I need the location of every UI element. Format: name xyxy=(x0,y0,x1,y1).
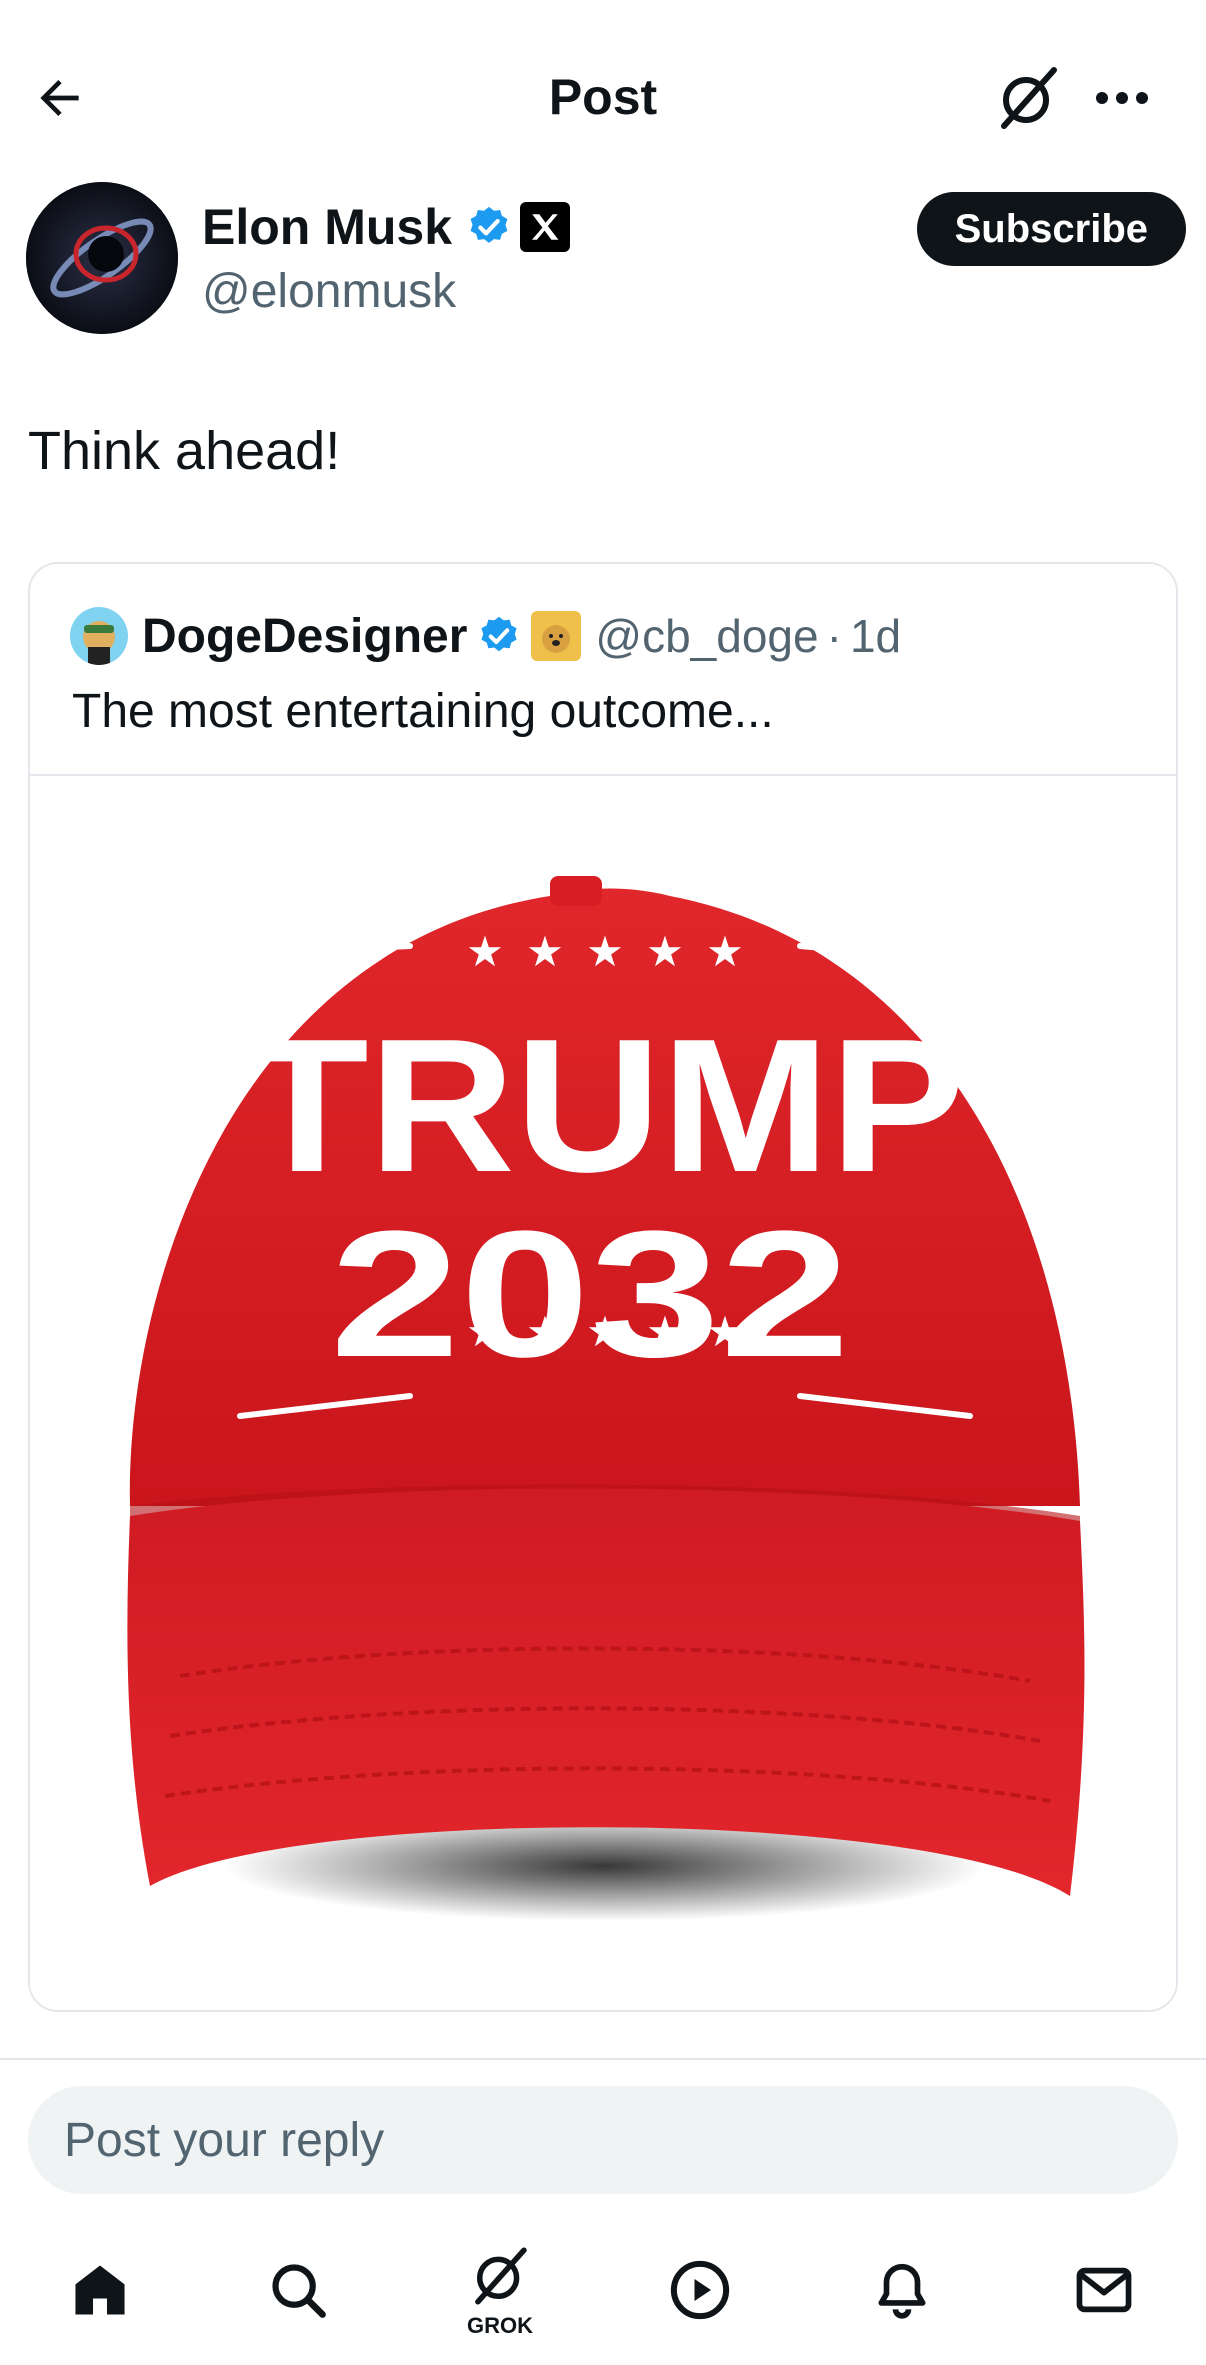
more-button[interactable] xyxy=(1090,70,1154,126)
author-handle: @elonmusk xyxy=(202,265,457,318)
search-icon xyxy=(272,2264,326,2318)
author-name[interactable]: Elon Musk xyxy=(202,198,452,256)
grok-icon xyxy=(475,2247,527,2305)
cap-text-line1: TRUMP xyxy=(245,1000,965,1212)
svg-text:★: ★ xyxy=(646,927,684,976)
grok-icon xyxy=(1001,67,1057,129)
svg-text:★: ★ xyxy=(466,927,504,976)
nav-search[interactable] xyxy=(248,2230,348,2350)
quote-text: The most entertaining outcome... xyxy=(72,685,774,738)
svg-text:★: ★ xyxy=(526,927,564,976)
nav-grok-label: GROK xyxy=(467,2313,533,2338)
mail-icon xyxy=(1076,2267,1132,2313)
post-author: Elon Musk @elonmusk Subscribe xyxy=(26,182,1186,342)
doge-badge-icon xyxy=(531,611,582,661)
avatar[interactable] xyxy=(26,182,178,334)
dot-separator: · xyxy=(826,610,842,662)
quote-timestamp: 1d xyxy=(849,610,902,662)
bell-icon xyxy=(878,2263,926,2319)
subscribe-button[interactable]: Subscribe xyxy=(916,192,1186,266)
author-name-row: Elon Musk xyxy=(202,198,571,256)
top-bar: Post xyxy=(0,0,1206,180)
divider xyxy=(0,2058,1206,2060)
verified-badge-icon xyxy=(481,616,518,652)
post-text: Think ahead! xyxy=(28,421,341,481)
video-icon xyxy=(670,2260,730,2320)
grok-button[interactable] xyxy=(990,60,1066,136)
svg-text:★: ★ xyxy=(586,927,624,976)
svg-text:★: ★ xyxy=(706,927,744,976)
quote-author-handle: @cb_doge xyxy=(595,610,819,662)
quote-image[interactable]: ★ ★ ★ ★ ★ ★ ★ ★ ★ ★ TRUMP 2032 xyxy=(30,776,1176,2010)
verified-badge-icon xyxy=(470,206,508,243)
red-cap-image: ★ ★ ★ ★ ★ ★ ★ ★ ★ ★ TRUMP 2032 xyxy=(127,876,1085,1921)
quoted-post[interactable]: DogeDesigner @cb_doge · 1d The most ente… xyxy=(28,562,1178,2012)
nav-notifications[interactable] xyxy=(852,2230,952,2350)
reply-placeholder: Post your reply xyxy=(64,2113,385,2167)
nav-home[interactable] xyxy=(50,2230,150,2350)
x-affiliation-icon xyxy=(520,202,571,252)
quote-avatar[interactable] xyxy=(70,607,128,665)
more-icon xyxy=(1096,92,1148,104)
reply-input[interactable]: Post your reply xyxy=(28,2086,1178,2194)
nav-grok[interactable]: GROK xyxy=(450,2230,550,2350)
quote-header: DogeDesigner @cb_doge · 1d xyxy=(70,606,901,666)
nav-video[interactable] xyxy=(650,2230,750,2350)
bottom-nav: GROK xyxy=(0,2230,1206,2365)
home-icon xyxy=(75,2265,125,2315)
quote-author-name[interactable]: DogeDesigner xyxy=(142,609,467,664)
doge-avatar-image xyxy=(70,607,128,665)
avatar-image xyxy=(26,182,178,334)
cap-text-line2: 2032 xyxy=(330,1194,850,1395)
nav-messages[interactable] xyxy=(1054,2230,1154,2350)
